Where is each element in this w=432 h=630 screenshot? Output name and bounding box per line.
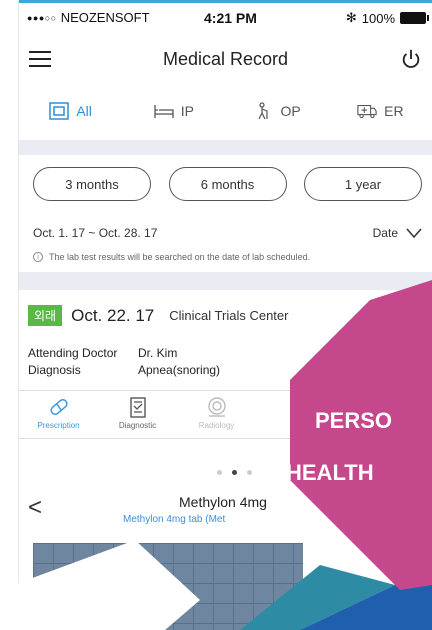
tab-op[interactable]: OP	[226, 102, 329, 120]
info-icon: i	[33, 252, 43, 262]
overlay-text-line2: HEALTH	[286, 460, 374, 485]
pager-dot[interactable]	[217, 470, 222, 475]
nav-bar: Medical Record	[19, 36, 432, 82]
tab-ip[interactable]: IP	[122, 102, 225, 120]
battery-icon	[400, 12, 429, 24]
chevron-down-icon	[406, 228, 422, 238]
drug-name: Methylon 4mg	[179, 494, 267, 510]
period-filter: 3 months 6 months 1 year	[33, 167, 422, 201]
period-6-months-button[interactable]: 6 months	[168, 167, 287, 201]
diagnosis-label: Diagnosis	[28, 363, 81, 377]
divider	[19, 438, 432, 439]
doctor-label: Attending Doctor	[28, 346, 118, 360]
signal-dots: ●●●○○	[27, 12, 57, 23]
tab-prescription-label: Prescription	[37, 421, 80, 430]
pager-dot[interactable]	[247, 470, 252, 475]
pill-icon	[49, 399, 68, 415]
search-note: i The lab test results will be searched …	[33, 252, 422, 262]
photo-grid-background	[33, 543, 303, 630]
pager-dots	[217, 470, 252, 475]
drug-photo	[33, 543, 303, 630]
overlay-text-line1: PERSO	[315, 408, 393, 433]
tab-all-label: All	[76, 103, 92, 119]
status-time: 4:21 PM	[204, 10, 257, 26]
power-icon[interactable]	[400, 48, 422, 70]
bluetooth-icon: ✻	[345, 10, 357, 25]
tab-er-label: ER	[384, 103, 404, 119]
record-info: Attending Doctor Dr. Kim Diagnosis Apnea…	[28, 346, 220, 380]
date-range-row: Oct. 1. 17 ~ Oct. 28. 17 Date	[33, 226, 422, 240]
walker-icon	[257, 102, 268, 120]
doctor-row: Attending Doctor Dr. Kim	[28, 346, 220, 363]
status-bar: ●●●○○ NEOZENSOFT 4:21 PM ✻ 100%	[19, 3, 432, 33]
record-card-header[interactable]: 외래 Oct. 22. 17 Clinical Trials Center	[28, 305, 288, 326]
date-sort-button[interactable]: Date	[373, 226, 422, 240]
pager-dot-active[interactable]	[232, 470, 237, 475]
page-title: Medical Record	[162, 48, 289, 69]
record-date: Oct. 22. 17	[71, 305, 155, 325]
drug-subtitle: Methylon 4mg tab (Met	[123, 514, 226, 525]
tab-prescription[interactable]: Prescription	[19, 395, 98, 435]
tab-all[interactable]: All	[19, 102, 122, 120]
status-left: ●●●○○ NEOZENSOFT	[27, 10, 150, 25]
diagnosis-row: Diagnosis Apnea(snoring)	[28, 363, 220, 380]
scanner-icon	[207, 397, 226, 417]
section-separator	[19, 272, 432, 290]
tab-radiology-label: Radiology	[198, 421, 235, 430]
tab-radiology[interactable]: Radiology	[177, 395, 256, 435]
tab-op-label: OP	[280, 103, 301, 119]
battery-percent: 100%	[361, 10, 395, 26]
section-separator	[19, 140, 432, 155]
status-right: ✻ 100%	[345, 10, 429, 26]
period-3-months-button[interactable]: 3 months	[33, 167, 151, 201]
divider	[19, 390, 432, 391]
carrier-name: NEOZENSOFT	[60, 10, 150, 25]
bed-icon	[154, 105, 174, 118]
diagnosis-value: Apnea(snoring)	[138, 363, 221, 377]
ambulance-icon	[357, 104, 377, 119]
tab-ip-label: IP	[180, 103, 194, 119]
doctor-value: Dr. Kim	[138, 346, 178, 360]
tab-er[interactable]: ER	[329, 102, 432, 120]
visit-type-tabs: All IP OP ER	[19, 86, 432, 136]
search-note-text: The lab test results will be searched on…	[49, 252, 311, 262]
previous-arrow-icon[interactable]: <	[28, 494, 42, 522]
all-icon	[49, 102, 70, 120]
tab-diagnostic[interactable]: Diagnostic	[98, 395, 177, 435]
pill-image	[95, 561, 143, 609]
period-1-year-button[interactable]: 1 year	[304, 167, 422, 201]
visit-type-badge: 외래	[28, 305, 63, 326]
clipboard-icon	[129, 397, 146, 418]
phone-screen: ●●●○○ NEOZENSOFT 4:21 PM ✻ 100% Medical …	[18, 0, 432, 630]
tab-diagnostic-label: Diagnostic	[118, 421, 157, 430]
record-department: Clinical Trials Center	[169, 308, 289, 323]
date-range[interactable]: Oct. 1. 17 ~ Oct. 28. 17	[33, 226, 157, 240]
menu-icon[interactable]	[29, 51, 51, 67]
date-sort-label: Date	[372, 226, 398, 240]
